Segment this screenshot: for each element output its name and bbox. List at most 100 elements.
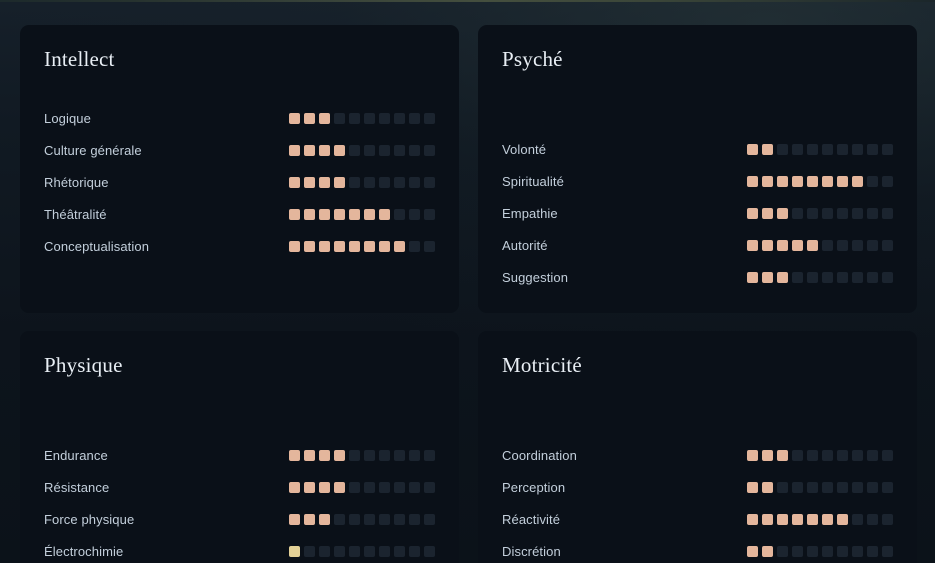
pip-filled[interactable] — [822, 513, 833, 525]
pip-empty[interactable] — [822, 207, 833, 219]
stat-rating-pips[interactable] — [289, 513, 435, 525]
pip-empty[interactable] — [807, 143, 818, 155]
pip-empty[interactable] — [837, 449, 848, 461]
pip-filled[interactable] — [319, 112, 330, 124]
pip-filled[interactable] — [289, 545, 300, 557]
pip-empty[interactable] — [349, 545, 360, 557]
pip-empty[interactable] — [807, 271, 818, 283]
pip-filled[interactable] — [289, 513, 300, 525]
pip-empty[interactable] — [852, 207, 863, 219]
stat-row[interactable]: Théâtralité — [44, 198, 435, 230]
pip-empty[interactable] — [364, 176, 375, 188]
pip-empty[interactable] — [807, 481, 818, 493]
stat-row[interactable]: Force physique — [44, 503, 435, 535]
pip-empty[interactable] — [409, 545, 420, 557]
pip-filled[interactable] — [319, 449, 330, 461]
pip-empty[interactable] — [394, 176, 405, 188]
pip-empty[interactable] — [837, 207, 848, 219]
stat-row[interactable]: Volonté — [502, 133, 893, 165]
pip-empty[interactable] — [867, 143, 878, 155]
pip-filled[interactable] — [289, 481, 300, 493]
pip-empty[interactable] — [394, 208, 405, 220]
pip-empty[interactable] — [409, 449, 420, 461]
pip-empty[interactable] — [379, 513, 390, 525]
pip-empty[interactable] — [424, 513, 435, 525]
pip-empty[interactable] — [837, 481, 848, 493]
pip-empty[interactable] — [394, 481, 405, 493]
pip-filled[interactable] — [304, 144, 315, 156]
pip-empty[interactable] — [409, 144, 420, 156]
pip-filled[interactable] — [304, 481, 315, 493]
pip-empty[interactable] — [424, 449, 435, 461]
pip-filled[interactable] — [289, 176, 300, 188]
pip-empty[interactable] — [822, 545, 833, 557]
pip-empty[interactable] — [807, 207, 818, 219]
pip-filled[interactable] — [837, 513, 848, 525]
pip-empty[interactable] — [882, 207, 893, 219]
stat-row[interactable]: Conceptualisation — [44, 230, 435, 262]
pip-filled[interactable] — [319, 240, 330, 252]
stat-row[interactable]: Réactivité — [502, 503, 893, 535]
stat-rating-pips[interactable] — [289, 240, 435, 252]
pip-empty[interactable] — [852, 143, 863, 155]
pip-empty[interactable] — [364, 545, 375, 557]
pip-filled[interactable] — [304, 176, 315, 188]
stat-rating-pips[interactable] — [289, 545, 435, 557]
stat-row[interactable]: Suggestion — [502, 261, 893, 293]
pip-empty[interactable] — [364, 449, 375, 461]
pip-empty[interactable] — [852, 271, 863, 283]
stat-row[interactable]: Spiritualité — [502, 165, 893, 197]
pip-empty[interactable] — [822, 449, 833, 461]
pip-empty[interactable] — [882, 175, 893, 187]
pip-filled[interactable] — [762, 449, 773, 461]
pip-empty[interactable] — [882, 513, 893, 525]
pip-filled[interactable] — [792, 513, 803, 525]
pip-empty[interactable] — [852, 239, 863, 251]
pip-empty[interactable] — [349, 449, 360, 461]
pip-empty[interactable] — [867, 449, 878, 461]
pip-empty[interactable] — [852, 545, 863, 557]
pip-filled[interactable] — [762, 239, 773, 251]
pip-filled[interactable] — [777, 207, 788, 219]
pip-filled[interactable] — [747, 545, 758, 557]
pip-filled[interactable] — [747, 175, 758, 187]
stat-row[interactable]: Électrochimie — [44, 535, 435, 563]
pip-filled[interactable] — [762, 271, 773, 283]
pip-empty[interactable] — [379, 481, 390, 493]
stat-row[interactable]: Rhétorique — [44, 166, 435, 198]
pip-empty[interactable] — [349, 176, 360, 188]
pip-empty[interactable] — [379, 545, 390, 557]
pip-filled[interactable] — [762, 481, 773, 493]
pip-filled[interactable] — [304, 208, 315, 220]
pip-empty[interactable] — [792, 271, 803, 283]
pip-empty[interactable] — [792, 545, 803, 557]
pip-empty[interactable] — [364, 513, 375, 525]
pip-empty[interactable] — [424, 208, 435, 220]
pip-empty[interactable] — [822, 271, 833, 283]
pip-filled[interactable] — [792, 239, 803, 251]
pip-filled[interactable] — [304, 513, 315, 525]
pip-filled[interactable] — [837, 175, 848, 187]
pip-empty[interactable] — [424, 240, 435, 252]
stat-row[interactable]: Perception — [502, 471, 893, 503]
pip-empty[interactable] — [394, 112, 405, 124]
stat-rating-pips[interactable] — [747, 207, 893, 219]
pip-filled[interactable] — [747, 513, 758, 525]
pip-empty[interactable] — [867, 513, 878, 525]
pip-empty[interactable] — [364, 481, 375, 493]
pip-empty[interactable] — [792, 481, 803, 493]
pip-filled[interactable] — [762, 545, 773, 557]
pip-filled[interactable] — [777, 175, 788, 187]
pip-empty[interactable] — [379, 176, 390, 188]
stat-rating-pips[interactable] — [289, 481, 435, 493]
pip-filled[interactable] — [747, 449, 758, 461]
stat-row[interactable]: Empathie — [502, 197, 893, 229]
pip-filled[interactable] — [334, 449, 345, 461]
pip-empty[interactable] — [409, 176, 420, 188]
pip-filled[interactable] — [777, 239, 788, 251]
pip-empty[interactable] — [867, 239, 878, 251]
pip-empty[interactable] — [379, 449, 390, 461]
pip-empty[interactable] — [424, 112, 435, 124]
stat-rating-pips[interactable] — [289, 144, 435, 156]
pip-empty[interactable] — [319, 545, 330, 557]
